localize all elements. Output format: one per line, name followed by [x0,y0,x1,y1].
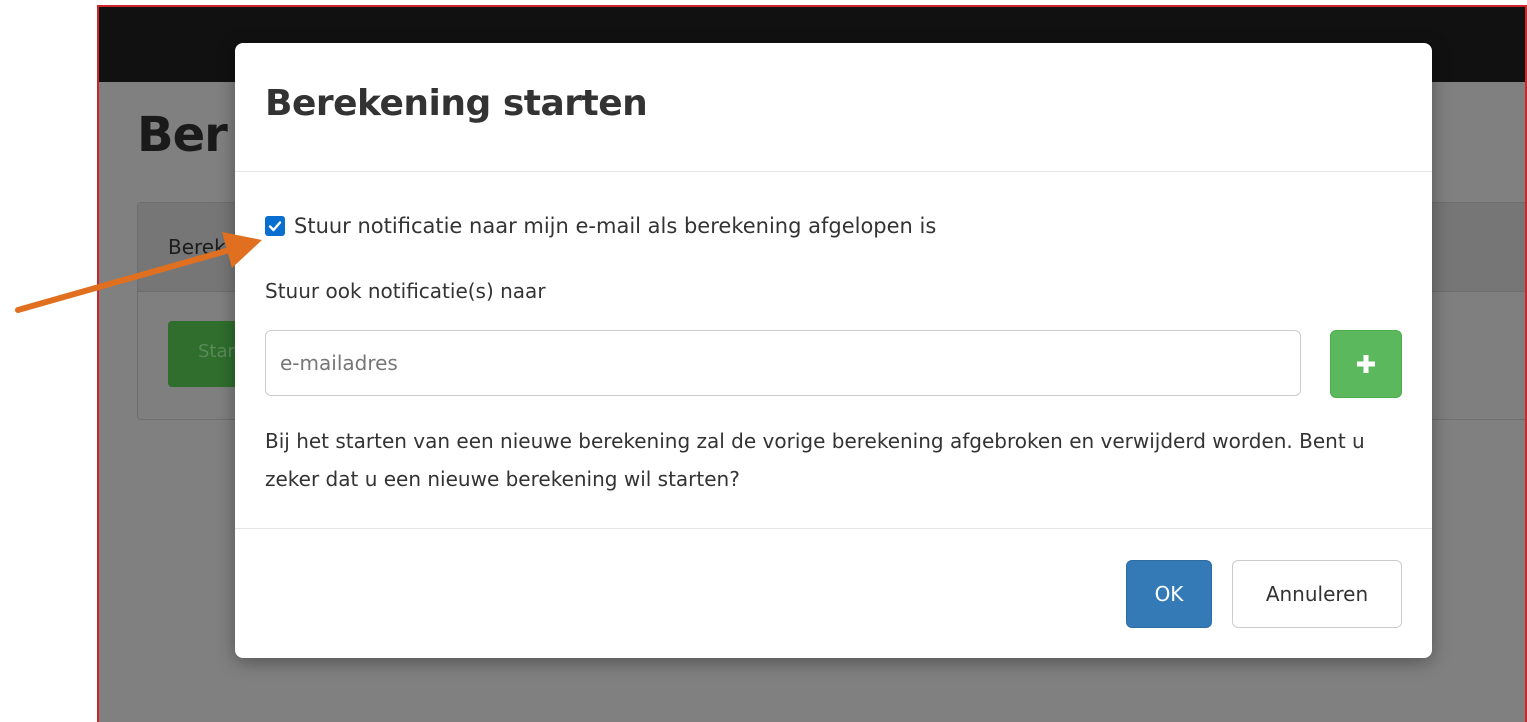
plus-icon [1357,355,1375,373]
warning-message: Bij het starten van een nieuwe berekenin… [265,429,1365,491]
notify-checkbox-label[interactable]: Stuur notificatie naar mijn e-mail als b… [294,214,936,238]
email-input[interactable] [265,330,1301,396]
modal-footer: OK Annuleren [235,528,1432,659]
modal-header: Berekening starten [235,43,1432,172]
background-panel-heading-label: Berek [168,235,226,259]
modal-body: Stuur notificatie naar mijn e-mail als b… [235,172,1432,528]
start-calculation-modal: Berekening starten Stuur notificatie naa… [235,43,1432,658]
ok-button[interactable]: OK [1126,560,1212,628]
cancel-button[interactable]: Annuleren [1232,560,1402,628]
notify-checkbox-row[interactable]: Stuur notificatie naar mijn e-mail als b… [265,214,936,238]
background-page-title: Ber [137,107,228,163]
add-email-button[interactable] [1330,330,1402,398]
modal-title: Berekening starten [265,83,648,124]
notify-checkbox[interactable] [265,216,285,236]
checkmark-icon [268,221,282,232]
also-notify-label: Stuur ook notificatie(s) naar [265,279,546,303]
